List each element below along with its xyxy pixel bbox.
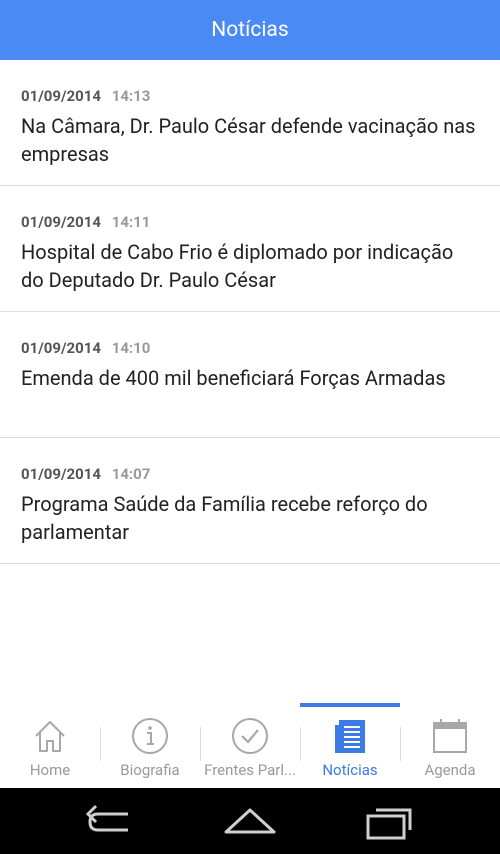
news-title: Emenda de 400 mil beneficiará Forças Arm… xyxy=(21,366,446,390)
tab-label: Frentes Parl... xyxy=(204,761,296,779)
news-date: 01/09/2014 xyxy=(21,213,101,231)
home-icon xyxy=(35,721,65,752)
bottom-tab-bar: Home Biografia Frentes Parl... Notícias xyxy=(0,703,500,788)
news-title: Na Câmara, Dr. Paulo César defende vacin… xyxy=(21,114,476,166)
system-nav-bar xyxy=(0,788,500,854)
news-meta: 01/09/2014 14:10 xyxy=(21,339,479,357)
news-title: Programa Saúde da Família recebe reforço… xyxy=(21,492,428,544)
news-item[interactable]: 01/09/2014 14:07 Programa Saúde da Famíl… xyxy=(0,438,500,564)
news-date: 01/09/2014 xyxy=(21,339,101,357)
info-icon xyxy=(132,718,168,754)
news-item[interactable]: 01/09/2014 14:11 Hospital de Cabo Frio é… xyxy=(0,186,500,312)
news-time: 14:13 xyxy=(111,87,151,105)
calendar-icon xyxy=(433,719,467,753)
tab-noticias[interactable]: Notícias xyxy=(300,703,400,788)
news-time: 14:11 xyxy=(111,213,151,231)
news-icon xyxy=(335,720,365,753)
news-title: Hospital de Cabo Frio é diplomado por in… xyxy=(21,240,454,292)
app-bar: Notícias xyxy=(0,0,500,60)
news-date: 01/09/2014 xyxy=(21,465,101,483)
news-date: 01/09/2014 xyxy=(21,87,101,105)
tab-label: Biografia xyxy=(120,761,180,779)
tab-label: Notícias xyxy=(322,761,378,779)
back-icon[interactable] xyxy=(80,802,140,842)
tab-biografia[interactable]: Biografia xyxy=(100,703,200,788)
news-item[interactable]: 01/09/2014 14:10 Emenda de 400 mil benef… xyxy=(0,312,500,438)
news-time: 14:10 xyxy=(111,339,151,357)
check-circle-icon xyxy=(232,718,268,754)
tab-frentes[interactable]: Frentes Parl... xyxy=(200,703,300,788)
news-item[interactable]: 01/09/2014 14:13 Na Câmara, Dr. Paulo Cé… xyxy=(0,60,500,186)
recents-icon[interactable] xyxy=(360,802,420,842)
news-meta: 01/09/2014 14:11 xyxy=(21,213,479,231)
home-nav-icon[interactable] xyxy=(220,802,280,842)
tab-label: Home xyxy=(29,761,71,779)
news-meta: 01/09/2014 14:07 xyxy=(21,465,479,483)
tab-home[interactable]: Home xyxy=(0,703,100,788)
tab-agenda[interactable]: Agenda xyxy=(400,703,500,788)
news-time: 14:07 xyxy=(111,465,151,483)
news-list: 01/09/2014 14:13 Na Câmara, Dr. Paulo Cé… xyxy=(0,60,500,564)
page-title: Notícias xyxy=(211,18,289,42)
news-meta: 01/09/2014 14:13 xyxy=(21,87,479,105)
active-tab-indicator xyxy=(300,703,400,707)
tab-label: Agenda xyxy=(424,761,476,779)
